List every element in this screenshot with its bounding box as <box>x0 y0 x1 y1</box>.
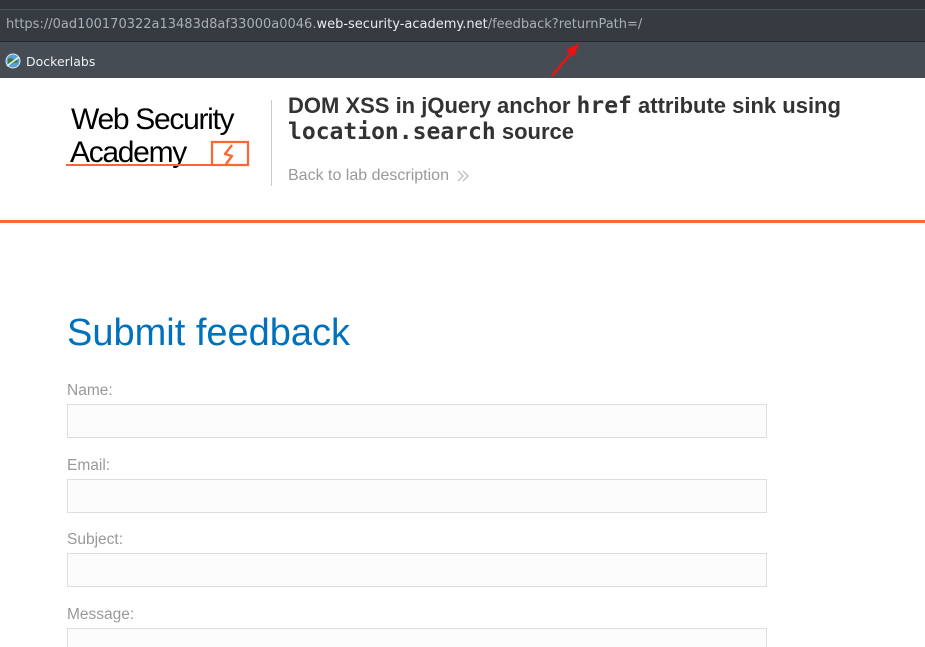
bookmark-label: Dockerlabs <box>26 53 96 69</box>
bookmark-dockerlabs[interactable]: Dockerlabs <box>5 53 95 69</box>
name-field[interactable] <box>67 404 767 438</box>
lab-title: DOM XSS in jQuery anchor href attribute … <box>288 93 841 145</box>
browser-top-strip <box>0 0 925 9</box>
logo-line1: Web Security <box>71 103 235 136</box>
web-security-academy-logo: Web Security Academy <box>66 103 250 169</box>
lab-header: Web Security Academy DOM XSS in jQuery a… <box>0 78 925 223</box>
page-title: Submit feedback <box>67 312 351 354</box>
url-prefix: https://0ad100170322a13483d8af33000a0046… <box>6 17 317 32</box>
back-link-label: Back to lab description <box>288 167 449 184</box>
message-label: Message: <box>67 606 135 623</box>
bookmarks-bar: Dockerlabs <box>0 42 925 78</box>
dockerlabs-globe-icon <box>5 53 21 69</box>
email-field[interactable] <box>67 479 767 513</box>
header-divider <box>271 100 272 186</box>
address-bar[interactable]: https://0ad100170322a13483d8af33000a0046… <box>0 9 925 42</box>
back-to-lab-description-link[interactable]: Back to lab description <box>288 167 471 185</box>
message-field[interactable] <box>67 628 767 647</box>
url-host: web-security-academy.net <box>316 17 488 32</box>
email-label: Email: <box>67 457 111 474</box>
subject-field[interactable] <box>67 553 767 587</box>
subject-label: Subject: <box>67 531 124 548</box>
name-label: Name: <box>67 382 113 399</box>
double-chevron-right-icon <box>457 170 469 182</box>
url-path: /feedback?returnPath=/ <box>487 17 643 32</box>
